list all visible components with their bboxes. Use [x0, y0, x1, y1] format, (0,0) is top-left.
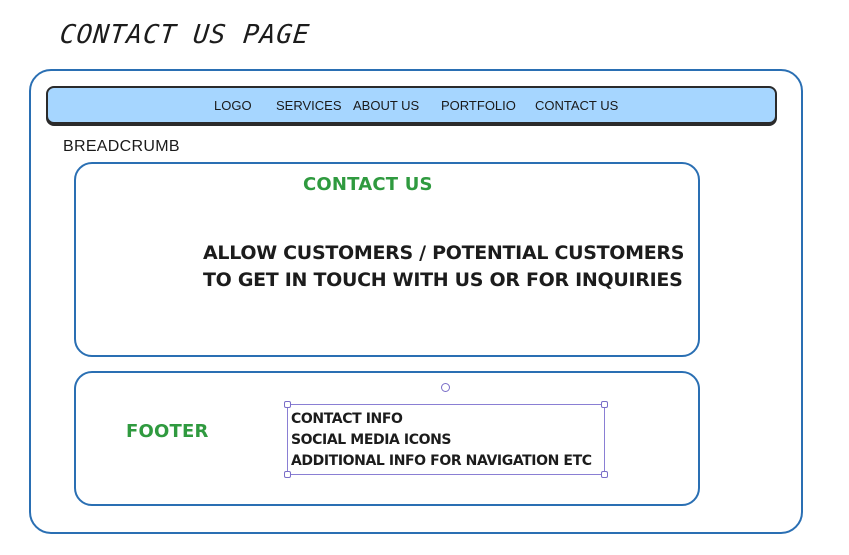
breadcrumb[interactable]: BREADCRUMB [63, 138, 180, 156]
nav-item-contact-us[interactable]: CONTACT US [535, 98, 618, 113]
contact-section-heading: CONTACT US [303, 174, 433, 195]
contact-section-description: ALLOW CUSTOMERS / POTENTIAL CUSTOMERS TO… [203, 240, 684, 294]
resize-handle-bottom-right[interactable] [601, 471, 608, 478]
resize-handle-top-left[interactable] [284, 401, 291, 408]
navbar: LOGO SERVICES ABOUT US PORTFOLIO CONTACT… [46, 86, 777, 124]
nav-item-portfolio[interactable]: PORTFOLIO [441, 98, 516, 113]
footer-content-text[interactable]: CONTACT INFO SOCIAL MEDIA ICONS ADDITION… [291, 409, 592, 472]
footer-section-heading: FOOTER [126, 421, 209, 442]
page-title: CONTACT US PAGE [58, 20, 312, 50]
nav-item-about-us[interactable]: ABOUT US [353, 98, 419, 113]
resize-handle-bottom-left[interactable] [284, 471, 291, 478]
footer-line-social-media-icons: SOCIAL MEDIA ICONS [291, 432, 452, 448]
footer-line-contact-info: CONTACT INFO [291, 411, 403, 427]
rotate-handle[interactable] [441, 383, 450, 392]
resize-handle-top-right[interactable] [601, 401, 608, 408]
nav-item-services[interactable]: SERVICES [276, 98, 342, 113]
footer-line-additional-info: ADDITIONAL INFO FOR NAVIGATION ETC [291, 453, 592, 469]
nav-item-logo[interactable]: LOGO [214, 98, 252, 113]
contact-description-line: ALLOW CUSTOMERS / POTENTIAL CUSTOMERS [203, 242, 685, 264]
contact-description-line: TO GET IN TOUCH WITH US OR FOR INQUIRIES [203, 269, 683, 291]
